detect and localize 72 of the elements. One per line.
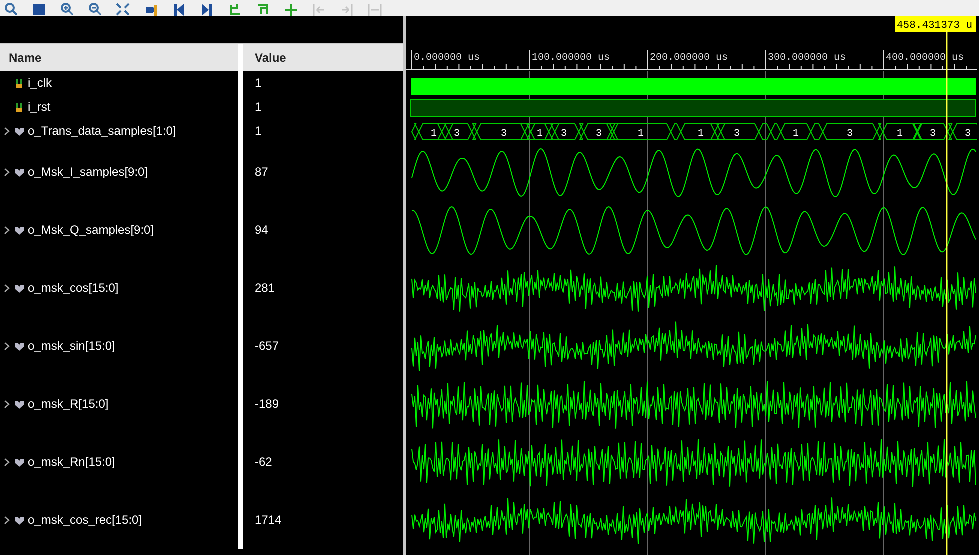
bus-signal-icon (14, 514, 25, 526)
time-axis-label: 300.000000 us (768, 53, 846, 64)
signal-name[interactable]: o_Msk_I_samples[9:0] (28, 163, 148, 181)
bus-signal-icon (14, 340, 25, 352)
signal-value: -62 (255, 454, 272, 471)
bus-segment-value: 1 (698, 129, 704, 140)
zoom-out-icon[interactable] (88, 3, 102, 16)
time-axis-label: 100.000000 us (532, 53, 610, 64)
bus-signal-icon (14, 398, 25, 410)
signal-value: 1714 (255, 512, 282, 529)
value-column-header[interactable]: Value (243, 44, 403, 71)
bus-segment-value: 3 (734, 129, 740, 140)
expand-arrows-icon[interactable] (116, 3, 130, 16)
bus-segment-value: 1 (431, 129, 437, 140)
signal-value: 87 (255, 164, 268, 181)
signal-value: 94 (255, 222, 268, 239)
signal-value: 1 (255, 99, 262, 116)
bus-signal-icon (14, 224, 25, 236)
bus-segment-value: 1 (897, 129, 903, 140)
bus-signal-icon (14, 456, 25, 468)
signal-value: -189 (255, 396, 280, 413)
expand-chevron-icon[interactable] (4, 458, 11, 466)
marker-icon[interactable] (144, 3, 158, 16)
signal-name[interactable]: o_msk_R[15:0] (28, 395, 109, 413)
bus-segment-value: 3 (930, 129, 936, 140)
bus-segment-value: 1 (537, 129, 543, 140)
expand-chevron-icon[interactable] (4, 168, 11, 176)
cursor-time-label: 458.431373 u (895, 16, 976, 32)
expand-chevron-icon[interactable] (4, 126, 11, 136)
bus-segment-value: 1 (793, 129, 799, 140)
bus-signal-icon (14, 126, 25, 136)
time-cursor-line[interactable] (946, 30, 948, 555)
bus-segment-value: 3 (596, 129, 602, 140)
bus-segment-value: 3 (965, 129, 971, 140)
signal-name[interactable]: i_clk (28, 74, 52, 92)
signal-name[interactable]: o_Msk_Q_samples[9:0] (28, 221, 154, 239)
bus-segment-value: 3 (561, 129, 567, 140)
bus-segment-value: 1 (638, 129, 644, 140)
bus-signal-icon (14, 282, 25, 294)
bus-segment-value: 3 (454, 129, 460, 140)
name-column-header[interactable]: Name (0, 44, 243, 71)
expand-chevron-icon[interactable] (4, 400, 11, 408)
signal-value: 281 (255, 280, 276, 297)
time-axis-label: 0.000000 us (414, 53, 480, 64)
bit-signal-icon (14, 78, 25, 88)
time-axis-label: 200.000000 us (650, 53, 728, 64)
expand-chevron-icon[interactable] (4, 342, 11, 350)
next-transition-icon[interactable] (256, 3, 270, 16)
go-to-start-icon[interactable] (172, 3, 186, 16)
add-marker-icon[interactable] (284, 3, 298, 16)
signal-name[interactable]: o_Trans_data_samples[1:0] (28, 122, 176, 140)
signal-name[interactable]: o_msk_sin[15:0] (28, 337, 116, 355)
signal-name[interactable]: i_rst (28, 98, 51, 116)
previous-transition-icon[interactable] (228, 3, 242, 16)
bit-signal-icon (14, 102, 25, 112)
zoom-in-icon[interactable] (60, 3, 74, 16)
expand-chevron-icon[interactable] (4, 226, 11, 234)
signal-name[interactable]: o_msk_cos_rec[15:0] (28, 511, 142, 529)
square-icon[interactable] (32, 3, 46, 16)
signal-value: -657 (255, 338, 280, 355)
signal-value: 1 (255, 123, 262, 140)
time-axis-label: 400.000000 us (886, 53, 964, 64)
bus-segment-value: 3 (501, 129, 507, 140)
zoom-fit-icon[interactable] (4, 3, 18, 16)
bus-segment-value: 3 (847, 129, 853, 140)
bus-signal-icon (14, 166, 25, 178)
signal-name[interactable]: o_msk_cos[15:0] (28, 279, 119, 297)
signal-name[interactable]: o_msk_Rn[15:0] (28, 453, 116, 471)
expand-chevron-icon[interactable] (4, 516, 11, 524)
signal-value: 1 (255, 75, 262, 92)
expand-chevron-icon[interactable] (4, 284, 11, 292)
go-to-end-icon[interactable] (200, 3, 214, 16)
